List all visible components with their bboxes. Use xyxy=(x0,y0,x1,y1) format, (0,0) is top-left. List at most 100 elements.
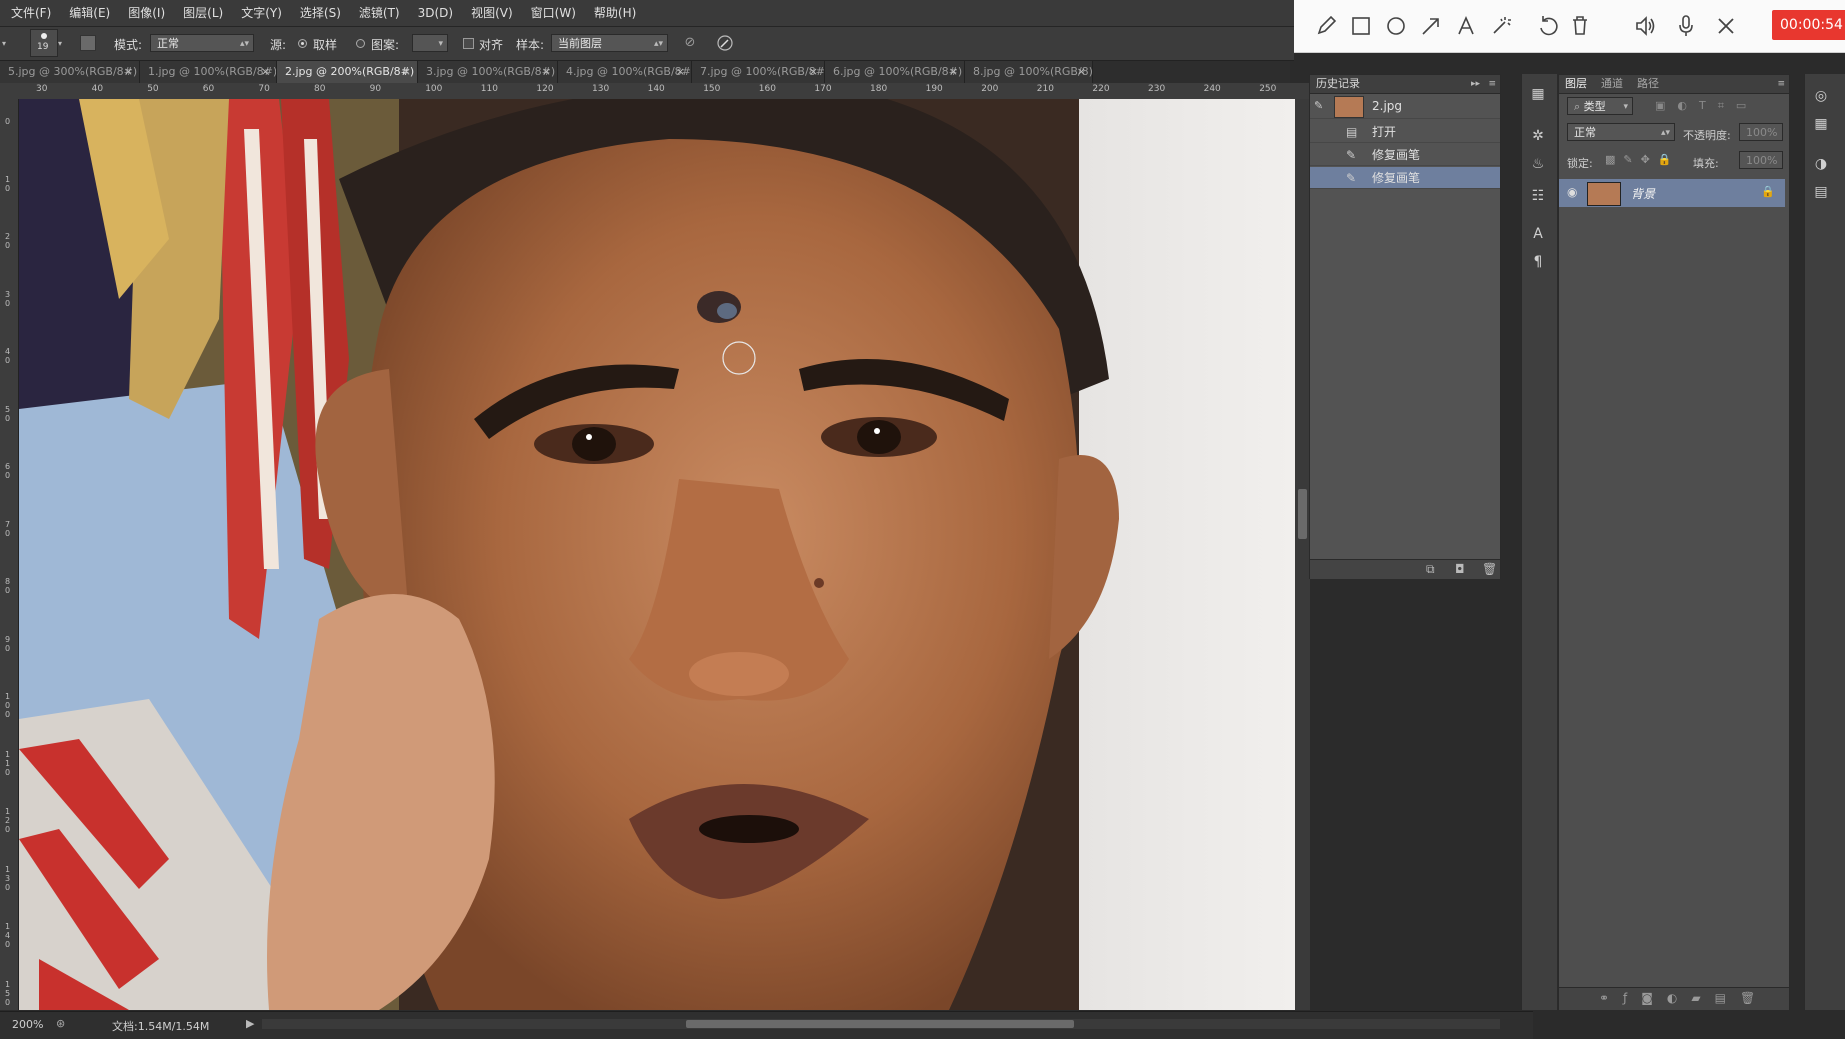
microphone-icon[interactable] xyxy=(1672,12,1700,40)
layer-kind-filter[interactable]: ⌕ 类型 ▾ xyxy=(1567,97,1633,115)
aligned-checkbox[interactable] xyxy=(463,38,474,49)
menu-item-9[interactable]: 窗口(W) xyxy=(522,0,585,26)
history-panel-title[interactable]: 历史记录 xyxy=(1316,77,1360,90)
document-tab[interactable]: 8.jpg @ 100%(RGB/8) × xyxy=(965,61,1093,83)
collapse-icon[interactable]: ▸▸ xyxy=(1471,75,1480,93)
horizontal-ruler[interactable]: 30 40 50 60 70 80 90 100 110 120 130 140 150 160 170 18… xyxy=(18,83,1309,100)
panel-tab[interactable]: 通道 xyxy=(1601,77,1623,90)
brush-dropdown-arrow-icon[interactable]: ▾ xyxy=(58,39,62,48)
pressure-size-icon[interactable] xyxy=(716,34,734,52)
menu-item-1[interactable]: 编辑(E) xyxy=(60,0,119,26)
document-tab[interactable]: 6.jpg @ 100%(RGB/8#) * × xyxy=(825,61,965,83)
tab-close-icon[interactable]: × xyxy=(261,61,270,83)
ignore-adjustment-layers-icon[interactable]: ⊘ xyxy=(682,35,698,51)
mode-select[interactable]: 正常 ▴▾ xyxy=(150,34,254,52)
document-canvas[interactable] xyxy=(19,99,1310,1010)
swatches-icon[interactable]: ▤ xyxy=(1811,182,1831,202)
vertical-scrollbar[interactable] xyxy=(1295,99,1310,1010)
dropdown-arrow-icon: ▴▾ xyxy=(239,39,249,49)
character-icon[interactable]: A xyxy=(1528,224,1548,244)
document-tab[interactable]: 7.jpg @ 100%(RGB/8#) × xyxy=(692,61,825,83)
menu-item-2[interactable]: 图像(I) xyxy=(119,0,174,26)
styles-icon[interactable]: ▦ xyxy=(1811,114,1831,134)
source-sampled-radio[interactable] xyxy=(298,39,307,48)
tab-close-icon[interactable]: × xyxy=(676,61,685,83)
magic-wand-icon[interactable] xyxy=(1487,12,1515,40)
vertical-scroll-thumb[interactable] xyxy=(1298,489,1307,539)
tool-preset-arrow-icon[interactable]: ▾ xyxy=(2,39,8,48)
document-tab[interactable]: 3.jpg @ 100%(RGB/8#) * × xyxy=(418,61,558,83)
brush-preset-picker[interactable]: 19 xyxy=(30,29,58,57)
panel-menu-icon[interactable]: ≡ xyxy=(1777,75,1785,93)
layer-name[interactable]: 背景 xyxy=(1631,185,1655,202)
opacity-label: 不透明度: xyxy=(1683,129,1731,142)
circle-icon[interactable] xyxy=(1382,12,1410,40)
speaker-icon[interactable] xyxy=(1631,12,1659,40)
tab-close-icon[interactable]: × xyxy=(809,61,818,83)
horizontal-scroll-thumb[interactable] xyxy=(686,1020,1074,1028)
opacity-input[interactable]: 100% xyxy=(1739,123,1783,141)
menu-item-0[interactable]: 文件(F) xyxy=(2,0,60,26)
trash-icon[interactable] xyxy=(1566,12,1594,40)
tab-close-icon[interactable]: × xyxy=(1077,61,1086,83)
history-snapshot[interactable]: ✎ 2.jpg xyxy=(1310,93,1500,119)
rectangle-icon[interactable] xyxy=(1347,12,1375,40)
document-tab[interactable]: 4.jpg @ 100%(RGB/8#) × xyxy=(558,61,692,83)
layer-row-background[interactable]: ◉ 背景 🔒 xyxy=(1559,179,1785,207)
lock-icons[interactable]: ▩✎✥🔒 xyxy=(1605,153,1680,166)
paragraph-icon[interactable]: ¶ xyxy=(1528,252,1548,272)
menu-item-10[interactable]: 帮助(H) xyxy=(585,0,645,26)
panel-tab[interactable]: 图层 xyxy=(1565,77,1587,90)
menu-item-4[interactable]: 文字(Y) xyxy=(232,0,291,26)
vertical-ruler[interactable]: 0 1 0 2 0 3 0 4 0 5 0 6 0 7 0 8 0 9 0 1 0 0 1 1 0 1 … xyxy=(0,99,19,1010)
sample-select[interactable]: 当前图层 ▴▾ xyxy=(551,34,668,52)
history-brush-source-icon[interactable]: ✎ xyxy=(1314,99,1328,113)
source-pattern-radio[interactable] xyxy=(356,39,365,48)
arrow-icon[interactable] xyxy=(1417,12,1445,40)
undo-icon[interactable] xyxy=(1534,12,1562,40)
layer-filter-icons[interactable]: ▣◐T⌗▭ xyxy=(1655,99,1758,113)
menu-item-3[interactable]: 图层(L) xyxy=(174,0,232,26)
history-state[interactable]: ▤ 打开 xyxy=(1310,121,1500,143)
menu-item-8[interactable]: 视图(V) xyxy=(462,0,522,26)
camera-icon[interactable]: ◘ xyxy=(1455,562,1465,576)
tab-close-icon[interactable]: × xyxy=(402,61,411,83)
tab-close-icon[interactable]: × xyxy=(124,61,133,83)
panel-menu-icon[interactable]: ≡ xyxy=(1488,75,1496,93)
history-state[interactable]: ✎ 修复画笔 xyxy=(1310,167,1500,189)
ruler-origin[interactable] xyxy=(0,83,18,99)
menu-item-5[interactable]: 选择(S) xyxy=(291,0,350,26)
visibility-eye-icon[interactable]: ◉ xyxy=(1567,185,1577,199)
tab-close-icon[interactable]: × xyxy=(542,61,551,83)
navigator-icon[interactable]: ▦ xyxy=(1528,84,1548,104)
status-menu-arrow-icon[interactable]: ▶ xyxy=(246,1017,254,1030)
menu-item-7[interactable]: 3D(D) xyxy=(409,0,462,26)
clone-source-icon[interactable]: ♨ xyxy=(1528,154,1548,174)
adjustments-icon[interactable]: ◎ xyxy=(1811,86,1831,106)
history-state[interactable]: ✎ 修复画笔 xyxy=(1310,144,1500,166)
zoom-level[interactable]: 200% xyxy=(12,1018,43,1031)
document-tab[interactable]: 1.jpg @ 100%(RGB/8#) × xyxy=(140,61,277,83)
menu-item-6[interactable]: 滤镜(T) xyxy=(350,0,409,26)
layer-action-icons[interactable]: ⚭ƒ◙◐▰▤🗑 xyxy=(1599,991,1769,1005)
horizontal-scrollbar[interactable] xyxy=(262,1019,1500,1029)
close-icon[interactable] xyxy=(1712,12,1740,40)
brush-settings-icon[interactable]: ✲ xyxy=(1528,126,1548,146)
text-icon[interactable] xyxy=(1452,12,1480,40)
panel-tab[interactable]: 路径 xyxy=(1637,77,1659,90)
delete-state-icon[interactable]: 🗑 xyxy=(1482,562,1497,576)
pattern-picker[interactable]: ▾ xyxy=(412,34,448,52)
document-tab[interactable]: 2.jpg @ 200%(RGB/8#) * × xyxy=(277,61,418,83)
properties-icon[interactable]: ☷ xyxy=(1528,186,1548,206)
new-document-from-state-icon[interactable]: ⧉ xyxy=(1426,562,1435,577)
tab-close-icon[interactable]: × xyxy=(949,61,958,83)
color-icon[interactable]: ◑ xyxy=(1811,154,1831,174)
brush-panel-toggle-icon[interactable] xyxy=(80,35,96,51)
layers-panel-header: 图层 通道 路径 ≡ xyxy=(1559,75,1789,94)
fill-input[interactable]: 100% xyxy=(1739,151,1783,169)
share-icon[interactable]: ⊛ xyxy=(56,1017,70,1031)
document-tab[interactable]: 5.jpg @ 300%(RGB/8#) * × xyxy=(0,61,140,83)
source-pattern-label: 图案: xyxy=(371,38,400,52)
pencil-icon[interactable] xyxy=(1312,12,1340,40)
blend-mode-select[interactable]: 正常 ▴▾ xyxy=(1567,123,1675,141)
